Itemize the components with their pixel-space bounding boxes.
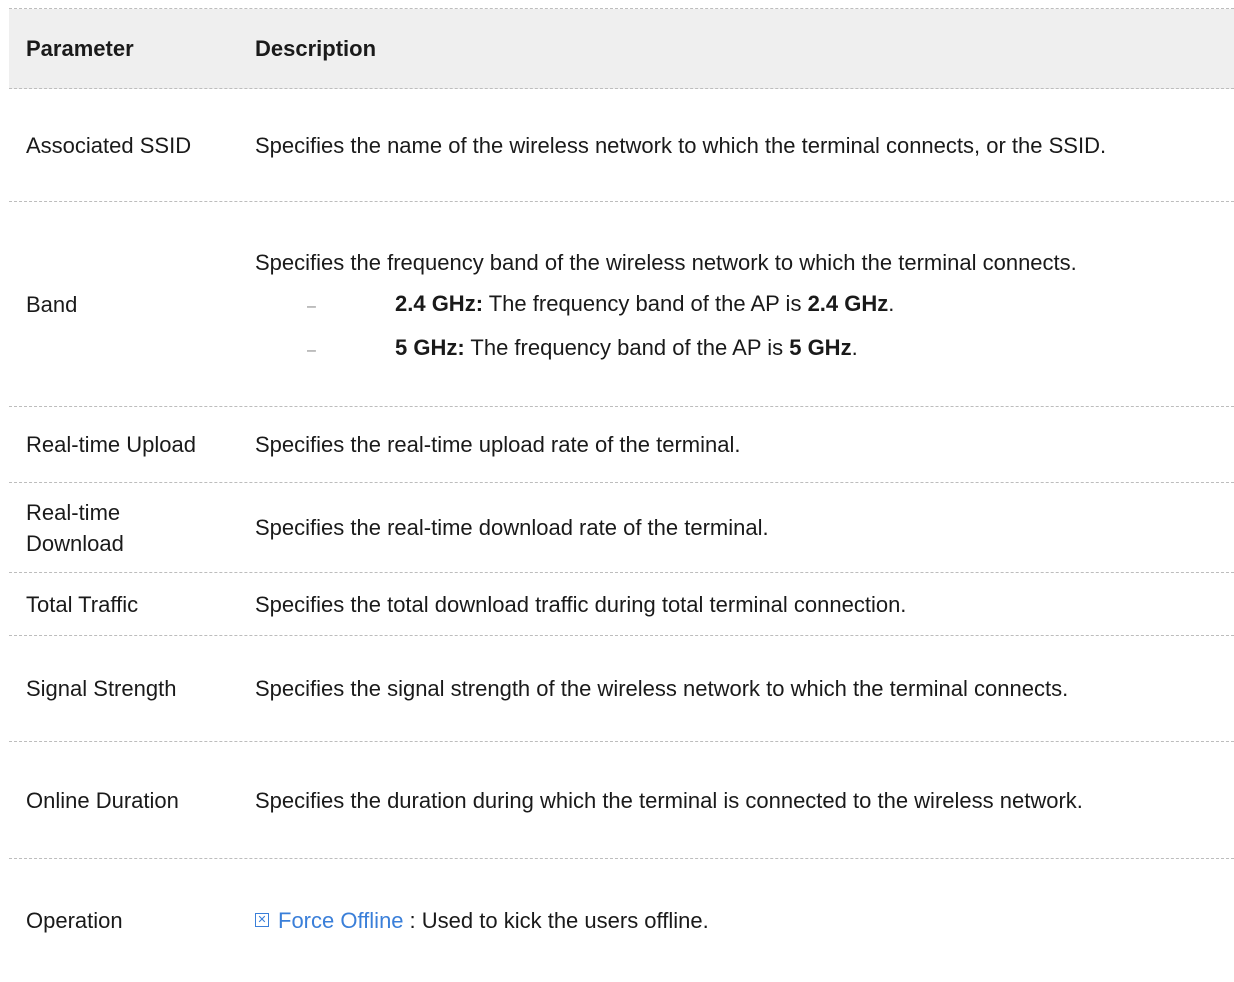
dash-bullet: –	[307, 341, 316, 359]
table-row: Online Duration Specifies the duration d…	[9, 742, 1234, 859]
bullet-text: The frequency band of the AP is	[483, 290, 808, 316]
desc-cell: Specifies the real-time upload rate of t…	[255, 432, 741, 457]
desc-cell: ✕ Force Offline : Used to kick the users…	[255, 885, 1234, 936]
bullet-value: 2.4 GHz	[807, 290, 889, 316]
bullet-value: 5 GHz	[789, 334, 852, 360]
param-cell: Real-time Upload	[26, 432, 196, 457]
param-cell: Total Traffic	[26, 591, 139, 617]
table-row: Band Specifies the frequency band of the…	[9, 202, 1234, 407]
param-cell: Real-time Download	[26, 499, 124, 556]
bullet-text: The frequency band of the AP is	[464, 334, 790, 360]
close-box-icon: ✕	[255, 913, 269, 927]
desc-cell: Specifies the signal strength of the wir…	[255, 676, 1069, 701]
force-offline-label: Force Offline	[278, 907, 404, 933]
param-cell: Band	[26, 291, 78, 317]
bullet-label: 5 GHz:	[395, 334, 465, 360]
table-row: Real-time Upload Specifies the real-time…	[9, 407, 1234, 483]
table-row: Operation ✕ Force Offline : Used to kick…	[9, 859, 1234, 961]
table-row: Associated SSID Specifies the name of th…	[9, 89, 1234, 202]
operation-desc: : Used to kick the users offline.	[409, 907, 709, 933]
param-cell: Signal Strength	[26, 676, 177, 701]
desc-cell: Specifies the duration during which the …	[255, 787, 1083, 813]
desc-cell: Specifies the name of the wireless netwo…	[255, 132, 1107, 158]
header-description: Description	[255, 36, 377, 61]
desc-cell: Specifies the total download traffic dur…	[255, 591, 907, 617]
list-item: – 5 GHz: The frequency band of the AP is…	[255, 332, 1218, 366]
param-cell: Associated SSID	[26, 132, 192, 158]
dash-bullet: –	[307, 297, 316, 315]
table-row: Total Traffic Specifies the total downlo…	[9, 573, 1234, 636]
list-item: – 2.4 GHz: The frequency band of the AP …	[255, 288, 1218, 322]
param-cell: Online Duration	[26, 787, 179, 813]
desc-cell: Specifies the frequency band of the wire…	[255, 243, 1234, 366]
table-row: Signal Strength Specifies the signal str…	[9, 636, 1234, 742]
desc-cell: Specifies the real-time download rate of…	[255, 515, 769, 540]
table-header: Parameter Description	[9, 9, 1234, 89]
parameter-table: Parameter Description Associated SSID Sp…	[9, 8, 1234, 961]
bullet-label: 2.4 GHz:	[395, 290, 484, 316]
param-cell: Operation	[26, 907, 123, 933]
table-row: Real-time Download Specifies the real-ti…	[9, 483, 1234, 573]
force-offline-button[interactable]: ✕ Force Offline	[255, 905, 404, 936]
header-parameter: Parameter	[26, 36, 134, 61]
band-desc-text: Specifies the frequency band of the wire…	[255, 249, 1077, 275]
